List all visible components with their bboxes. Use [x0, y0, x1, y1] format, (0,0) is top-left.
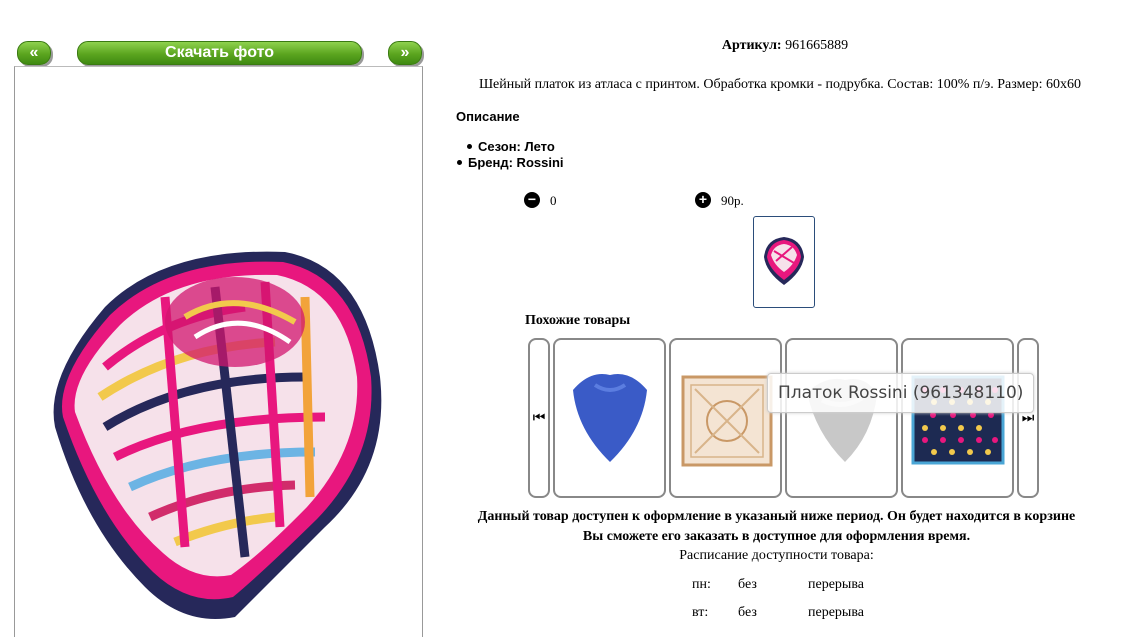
similar-item-2-image — [681, 375, 773, 467]
schedule-day: пн: — [692, 577, 711, 592]
schedule-from: без — [738, 605, 757, 620]
skip-back-icon: ⏮ — [532, 410, 546, 426]
availability-notice-line1: Данный товар доступен к оформление в ука… — [477, 509, 1076, 524]
bullet-icon — [467, 144, 472, 150]
similar-products-title: Похожие товары — [525, 313, 631, 328]
article-number: Артикул: 961665889 — [560, 38, 1010, 54]
quantity-value: 0 — [550, 193, 557, 208]
carousel-next-button[interactable]: ⏭ — [1017, 338, 1039, 498]
carousel-prev-button[interactable]: ⏮ — [528, 338, 550, 498]
article-label: Артикул: — [721, 38, 782, 53]
schedule-from: без — [738, 577, 757, 592]
minus-circle-icon[interactable]: − — [524, 192, 540, 208]
season-text: Сезон: Лето — [478, 139, 555, 154]
thumbnail-scarf-image — [764, 237, 804, 285]
price-value: 90р. — [721, 193, 744, 208]
similar-item-2[interactable] — [669, 338, 782, 498]
schedule-to: перерыва — [808, 577, 864, 592]
bullet-icon — [457, 160, 462, 166]
product-photo — [53, 251, 382, 619]
similar-item-3[interactable] — [785, 338, 898, 498]
download-photo-button[interactable]: Скачать фото — [77, 41, 362, 65]
availability-notice-line2: Вы сможете его заказать в доступное для … — [582, 529, 971, 544]
prev-photo-button[interactable]: « — [17, 41, 51, 65]
similar-item-tooltip: Платок Rossini (961348110) — [767, 373, 1035, 413]
next-photo-button[interactable]: » — [388, 41, 422, 65]
similar-item-4[interactable] — [901, 338, 1014, 498]
plus-circle-icon[interactable]: + — [695, 192, 711, 208]
similar-item-4-image — [911, 375, 1005, 465]
product-description: Шейный платок из атласа с принтом. Обраб… — [478, 77, 1082, 92]
product-thumbnail[interactable] — [753, 216, 815, 308]
schedule-day: вт: — [692, 605, 709, 620]
similar-item-1-image — [573, 374, 647, 462]
brand-attribute: Бренд: Rossini — [457, 155, 564, 170]
brand-text: Бренд: Rossini — [468, 155, 564, 170]
season-attribute: Сезон: Лето — [467, 139, 555, 154]
similar-item-1[interactable] — [553, 338, 666, 498]
schedule-to: перерыва — [808, 605, 864, 620]
schedule-title: Расписание доступности товара: — [679, 548, 874, 563]
similar-item-3-image — [807, 378, 877, 462]
article-value: 961665889 — [785, 38, 849, 53]
product-photo-frame — [14, 66, 423, 637]
description-heading: Описание — [456, 109, 520, 124]
